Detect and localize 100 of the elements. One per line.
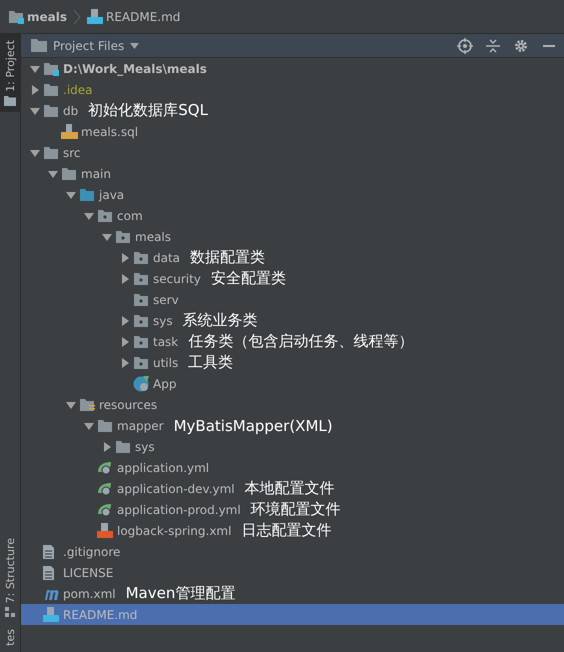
tree-item-name: meals: [135, 230, 172, 244]
tree-row[interactable]: db 初始化数据库SQL: [21, 100, 564, 121]
breadcrumb-item[interactable]: README.md: [106, 10, 180, 24]
tree-row[interactable]: .idea: [21, 79, 564, 100]
tree-item-name: task: [153, 334, 178, 348]
folder-icon: [43, 146, 59, 160]
module-folder-icon: [43, 62, 59, 76]
expanded-arrow-icon[interactable]: [30, 64, 40, 74]
breadcrumb-item[interactable]: meals: [27, 10, 67, 24]
tree-item-name: App: [153, 376, 176, 390]
sql-file-icon: [61, 124, 78, 139]
tree-row[interactable]: .gitignore: [21, 541, 564, 562]
tree-item-name: serv: [153, 292, 179, 306]
tree-item-name: meals.sql: [81, 124, 138, 138]
collapsed-arrow-icon[interactable]: [120, 252, 130, 262]
tree-item-name: application.yml: [117, 460, 210, 474]
collapse-icon: [486, 38, 500, 54]
tree-item-name: pom.xml: [63, 586, 116, 600]
side-tab[interactable]: 1: Project: [0, 34, 20, 112]
tree-row[interactable]: application.yml: [21, 457, 564, 478]
expanded-arrow-icon[interactable]: [84, 210, 94, 220]
folder-icon: [79, 188, 95, 202]
folder-icon: [115, 440, 131, 454]
annotation-text: 本地配置文件: [244, 479, 335, 498]
tree-item-name: .idea: [63, 82, 93, 96]
collapsed-arrow-icon[interactable]: [120, 274, 130, 284]
folder-icon: [97, 418, 113, 432]
annotation-text: 数据配置类: [190, 248, 266, 267]
tree-row[interactable]: sys: [21, 436, 564, 457]
tree-item-name: application-dev.yml: [117, 482, 235, 496]
annotation-text: 初始化数据库SQL: [88, 101, 208, 120]
text-file-icon: [43, 566, 54, 580]
collapsed-arrow-icon[interactable]: [120, 316, 130, 326]
collapsed-arrow-icon[interactable]: [30, 84, 40, 94]
tree-item-name: src: [63, 146, 81, 160]
spring-leaf-icon: [97, 481, 113, 496]
tree-row[interactable]: logback-spring.xml 日志配置文件: [21, 520, 564, 541]
tree-row[interactable]: resources: [21, 394, 564, 415]
tree-item-name: LICENSE: [63, 566, 114, 580]
folder-icon: [79, 398, 95, 412]
tree-row[interactable]: application-prod.yml 环境配置文件: [21, 499, 564, 520]
tree-row[interactable]: com: [21, 205, 564, 226]
locate-crosshair-button[interactable]: [456, 36, 474, 54]
tree-item-name: java: [99, 188, 124, 202]
expanded-arrow-icon[interactable]: [66, 400, 76, 410]
tree-row[interactable]: meals.sql: [21, 121, 564, 142]
tree-row[interactable]: mapper MyBatisMapper(XML): [21, 415, 564, 436]
class-icon: [133, 375, 150, 392]
collapse-all-button[interactable]: [484, 36, 502, 54]
tree-item-name: logback-spring.xml: [117, 524, 232, 538]
expanded-arrow-icon[interactable]: [30, 106, 40, 116]
module-folder-icon: [8, 10, 24, 24]
expanded-arrow-icon[interactable]: [30, 148, 40, 158]
side-tab[interactable]: 7: Structure: [0, 532, 20, 624]
tree-row[interactable]: serv: [21, 289, 564, 310]
folder-icon: [61, 166, 77, 180]
collapsed-arrow-icon[interactable]: [102, 442, 112, 452]
view-selector[interactable]: Project Files: [31, 38, 140, 52]
tree-item-name: application-prod.yml: [117, 502, 241, 516]
annotation-text: Maven管理配置: [126, 584, 236, 603]
annotation-text: 日志配置文件: [241, 521, 332, 540]
tree-item-name: main: [81, 166, 111, 180]
tree-row[interactable]: application-dev.yml 本地配置文件: [21, 478, 564, 499]
tree-item-name: .gitignore: [63, 544, 120, 558]
tree-row[interactable]: meals: [21, 226, 564, 247]
tree-item-name: com: [117, 208, 143, 222]
spring-leaf-icon: [97, 502, 113, 517]
tree-row[interactable]: src: [21, 142, 564, 163]
package-icon: [133, 334, 149, 348]
annotation-text: 工具类: [188, 353, 234, 372]
tree-row[interactable]: utils 工具类: [21, 352, 564, 373]
tree-item-name: resources: [99, 398, 158, 412]
package-icon: [133, 314, 149, 328]
tree-row[interactable]: App: [21, 373, 564, 394]
tree-row[interactable]: data 数据配置类: [21, 247, 564, 268]
minus-icon: [543, 44, 555, 46]
tree-row[interactable]: security 安全配置类: [21, 268, 564, 289]
breadcrumb-separator-icon: [73, 8, 81, 24]
expanded-arrow-icon[interactable]: [84, 420, 94, 430]
collapsed-arrow-icon[interactable]: [120, 336, 130, 346]
tree-row[interactable]: main: [21, 163, 564, 184]
annotation-text: 系统业务类: [182, 311, 258, 330]
spring-leaf-icon: [97, 460, 113, 475]
tree-row[interactable]: pom.xml Maven管理配置: [21, 583, 564, 604]
collapsed-arrow-icon[interactable]: [120, 358, 130, 368]
tree-row[interactable]: task 任务类（包含启动任务、线程等）: [21, 331, 564, 352]
tree-item-name: data: [153, 250, 180, 264]
side-tab[interactable]: tes: [0, 623, 20, 652]
tree-row[interactable]: sys 系统业务类: [21, 310, 564, 331]
expanded-arrow-icon[interactable]: [66, 190, 76, 200]
tree-row[interactable]: LICENSE: [21, 562, 564, 583]
text-file-icon: [43, 544, 54, 558]
annotation-text: 任务类（包含启动任务、线程等）: [188, 332, 414, 351]
expanded-arrow-icon[interactable]: [102, 232, 112, 242]
package-icon: [133, 356, 149, 370]
expanded-arrow-icon[interactable]: [48, 168, 58, 178]
tree-row[interactable]: D:\Work_Meals\meals: [21, 58, 564, 79]
package-icon: [133, 272, 149, 286]
tree-item-name: utils: [153, 356, 178, 370]
tree-row[interactable]: java: [21, 184, 564, 205]
